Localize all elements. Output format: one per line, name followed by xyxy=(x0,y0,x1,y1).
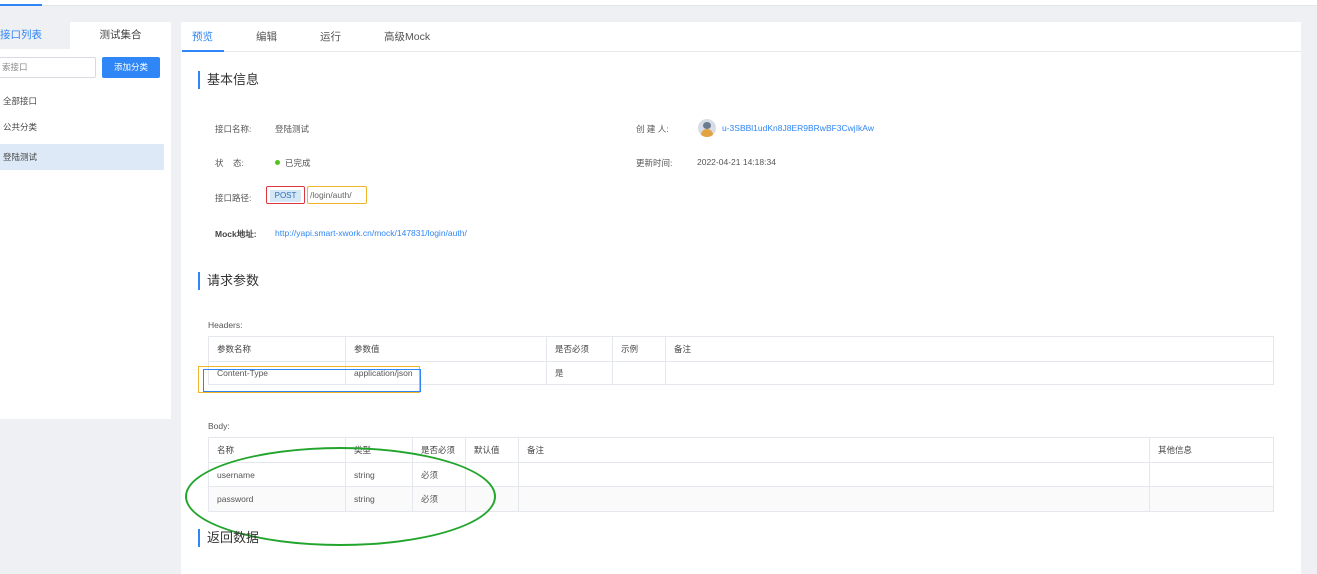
active-tab-indicator xyxy=(182,50,224,52)
method-badge: POST xyxy=(270,190,301,202)
mock-url-link[interactable]: http://yapi.smart-xwork.cn/mock/147831/l… xyxy=(275,228,467,238)
table-cell: 是 xyxy=(547,362,613,384)
headers-table-header: 参数名称 参数值 是否必须 示例 备注 xyxy=(209,337,1273,362)
tab-edit[interactable]: 编辑 xyxy=(256,22,277,52)
sidebar: 接口列表 测试集合 索接口 添加分类 全部接口 公共分类 登陆测试 xyxy=(0,22,171,419)
table-cell xyxy=(613,362,666,384)
table-cell xyxy=(666,362,1273,384)
status-value: 已完成 xyxy=(275,157,311,169)
table-cell xyxy=(1150,463,1273,486)
status-label: 状 态: xyxy=(215,158,244,168)
main-tabs: 预览 编辑 运行 高级Mock xyxy=(181,22,1301,52)
header-cell: 示例 xyxy=(613,337,666,361)
updated-value: 2022-04-21 14:18:34 xyxy=(697,157,776,167)
updated-label: 更新时间: xyxy=(636,158,673,168)
main-panel: 预览 编辑 运行 高级Mock 基本信息 接口名称: 登陆测试 创 建 人: u… xyxy=(181,22,1301,574)
section-title-response: 返回数据 xyxy=(198,529,259,547)
tab-run[interactable]: 运行 xyxy=(320,22,341,52)
interface-name-value: 登陆测试 xyxy=(275,124,310,134)
creator-link[interactable]: u-3SBBl1udKn8J8ER9BRwBF3CwjIkAw xyxy=(722,123,874,133)
header-cell: 是否必须 xyxy=(547,337,613,361)
sidebar-item-all[interactable]: 全部接口 xyxy=(0,88,164,114)
path-value: /login/auth/ xyxy=(307,186,367,204)
sidebar-tabs: 接口列表 测试集合 xyxy=(0,22,171,49)
table-cell xyxy=(519,487,1150,511)
search-input[interactable]: 索接口 xyxy=(0,57,96,78)
table-cell xyxy=(519,463,1150,486)
section-title-request: 请求参数 xyxy=(198,272,259,290)
tab-preview[interactable]: 预览 xyxy=(192,22,213,52)
header-cell: 参数值 xyxy=(346,337,547,361)
path-label: 接口路径: xyxy=(215,193,252,203)
sidebar-item-login-test[interactable]: 登陆测试 xyxy=(0,144,164,170)
top-header-strip xyxy=(0,0,1317,6)
header-cell: 备注 xyxy=(519,438,1150,462)
creator-label: 创 建 人: xyxy=(636,124,669,134)
table-cell xyxy=(1150,487,1273,511)
header-cell: 备注 xyxy=(674,344,692,354)
tab-interface-list[interactable]: 接口列表 xyxy=(0,22,70,49)
status-dot-icon xyxy=(275,160,280,166)
tab-advanced-mock[interactable]: 高级Mock xyxy=(384,22,430,52)
status-text: 已完成 xyxy=(285,158,311,168)
section-title-basic: 基本信息 xyxy=(198,71,259,89)
annotation-blue-box xyxy=(203,369,421,392)
body-label: Body: xyxy=(208,421,230,431)
headers-label: Headers: xyxy=(208,320,243,330)
header-cell: 参数名称 xyxy=(209,337,346,361)
mock-label: Mock地址: xyxy=(215,229,257,239)
header-cell: 默认值 xyxy=(466,438,519,462)
header-cell: 其他信息 xyxy=(1158,445,1193,455)
top-active-indicator xyxy=(0,4,42,6)
interface-name-label: 接口名称: xyxy=(215,124,252,134)
avatar xyxy=(698,119,716,137)
add-category-button[interactable]: 添加分类 xyxy=(102,57,160,78)
tab-test-collection[interactable]: 测试集合 xyxy=(70,22,171,49)
sidebar-item-public[interactable]: 公共分类 xyxy=(0,114,164,140)
